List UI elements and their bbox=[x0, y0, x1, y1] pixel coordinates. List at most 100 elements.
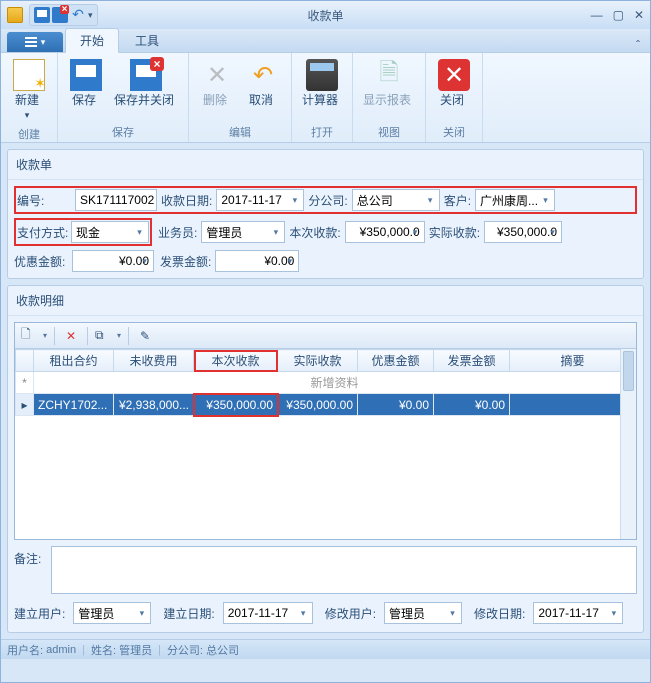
group-create-label: 创建 bbox=[7, 124, 51, 144]
close-button[interactable]: ✕关闭 bbox=[432, 57, 476, 122]
chevron-down-icon[interactable]: ▾ bbox=[424, 193, 437, 207]
col-invoice[interactable]: 发票金额 bbox=[434, 350, 510, 372]
muser-field[interactable]: 管理员▾ bbox=[384, 602, 462, 624]
customer-field[interactable]: 广州康周...▾ bbox=[475, 189, 555, 211]
status-name: 管理员 bbox=[119, 642, 152, 658]
row1-highlight: 编号: SK171117002 收款日期: 2017-11-17▾ 分公司: 总… bbox=[14, 186, 637, 214]
close-window-button[interactable]: ✕ bbox=[634, 8, 644, 22]
customer-label: 客户: bbox=[444, 192, 475, 209]
chevron-down-icon[interactable]: ▾ bbox=[539, 193, 552, 207]
group-close-label: 关闭 bbox=[432, 122, 476, 142]
grid-header-row: 租出合约 未收费用 本次收款 实际收款 优惠金额 发票金额 摘要 bbox=[16, 350, 636, 372]
grid-copy-button[interactable]: ⧉▾ bbox=[93, 326, 123, 346]
chevron-down-icon[interactable]: ▾ bbox=[409, 225, 422, 239]
grid-data-row[interactable]: ▸ ZCHY1702... ¥2,938,000... ¥350,000.00 … bbox=[16, 394, 636, 416]
minimize-button[interactable]: — bbox=[591, 8, 603, 22]
col-thistime[interactable]: 本次收款 bbox=[194, 350, 278, 372]
chevron-down-icon[interactable]: ▾ bbox=[135, 606, 148, 620]
new-button[interactable]: 新建▾ bbox=[7, 57, 51, 124]
window-title: 收款单 bbox=[307, 7, 343, 24]
col-unpaid[interactable]: 未收费用 bbox=[114, 350, 194, 372]
ribbon-tabstrip: ▾ 开始 工具 ˆ bbox=[1, 29, 650, 53]
status-user-label: 用户名: bbox=[7, 642, 43, 658]
status-branch: 总公司 bbox=[206, 642, 239, 658]
remark-label: 备注: bbox=[14, 546, 45, 594]
grid-new-button[interactable]: 🗋▾ bbox=[19, 326, 49, 346]
qat-undo-icon[interactable]: ↶ bbox=[70, 7, 86, 23]
status-branch-label: 分公司: bbox=[167, 642, 203, 658]
chevron-down-icon[interactable]: ▾ bbox=[288, 193, 301, 207]
statusbar: 用户名: admin | 姓名: 管理员 | 分公司: 总公司 bbox=[1, 639, 650, 659]
paymethod-field[interactable]: 现金▾ bbox=[71, 221, 149, 243]
code-label: 编号: bbox=[17, 192, 75, 209]
save-button[interactable]: 保存 bbox=[64, 57, 108, 122]
cell-thistime-highlight: ¥350,000.00 bbox=[194, 394, 278, 416]
ribbon-collapse-icon[interactable]: ˆ bbox=[626, 38, 650, 52]
col-discount[interactable]: 优惠金额 bbox=[358, 350, 434, 372]
cuser-field[interactable]: 管理员▾ bbox=[73, 602, 151, 624]
qat-saveclose-icon[interactable] bbox=[52, 7, 68, 23]
grid-new-row[interactable]: * 新增资料 bbox=[16, 372, 636, 394]
grid-toolbar: 🗋▾ ✕ ⧉▾ ✎ bbox=[15, 323, 636, 349]
muser-label: 修改用户: bbox=[325, 605, 380, 622]
chevron-down-icon[interactable]: ▾ bbox=[446, 606, 459, 620]
maximize-button[interactable]: ▢ bbox=[613, 8, 624, 22]
chevron-down-icon[interactable]: ▾ bbox=[269, 225, 282, 239]
branch-field[interactable]: 总公司▾ bbox=[352, 189, 440, 211]
discount-field[interactable]: ¥0.00▾ bbox=[72, 250, 154, 272]
file-menu-button[interactable]: ▾ bbox=[7, 32, 63, 52]
group-edit-label: 编辑 bbox=[195, 122, 285, 142]
cdate-label: 建立日期: bbox=[163, 605, 218, 622]
chevron-down-icon[interactable]: ▾ bbox=[297, 606, 310, 620]
qat-dropdown-icon[interactable]: ▾ bbox=[88, 10, 93, 21]
group-save-label: 保存 bbox=[64, 122, 182, 142]
calculator-button[interactable]: 计算器 bbox=[298, 57, 346, 122]
chevron-down-icon[interactable]: ▾ bbox=[607, 606, 620, 620]
chevron-down-icon[interactable]: ▾ bbox=[138, 254, 151, 268]
col-contract[interactable]: 租出合约 bbox=[34, 350, 114, 372]
tab-tools[interactable]: 工具 bbox=[121, 29, 173, 52]
cdate-field[interactable]: 2017-11-17▾ bbox=[223, 602, 313, 624]
grid: 🗋▾ ✕ ⧉▾ ✎ 租出合约 未收费用 本次收款 实际收款 优惠金额 发票金额 … bbox=[14, 322, 637, 540]
cancel-button[interactable]: ↶取消 bbox=[241, 57, 285, 122]
date-field[interactable]: 2017-11-17▾ bbox=[216, 189, 304, 211]
chevron-down-icon[interactable]: ▾ bbox=[133, 225, 146, 239]
code-field[interactable]: SK171117002 bbox=[75, 189, 157, 211]
mdate-label: 修改日期: bbox=[474, 605, 529, 622]
tab-start[interactable]: 开始 bbox=[65, 28, 119, 53]
audit-row: 建立用户: 管理员▾ 建立日期: 2017-11-17▾ 修改用户: 管理员▾ … bbox=[8, 598, 643, 632]
remark-textarea[interactable] bbox=[51, 546, 637, 594]
grid-scrollbar[interactable] bbox=[620, 349, 636, 539]
chevron-down-icon[interactable]: ▾ bbox=[283, 254, 296, 268]
form-header: 收款单 bbox=[8, 150, 643, 180]
qat-save-icon[interactable] bbox=[34, 7, 50, 23]
titlebar: ↶ ▾ 收款单 — ▢ ✕ bbox=[1, 1, 650, 29]
thistime-field[interactable]: ¥350,000.0▾ bbox=[345, 221, 425, 243]
grid-delete-button[interactable]: ✕ bbox=[60, 326, 82, 346]
cuser-label: 建立用户: bbox=[14, 605, 69, 622]
date-label: 收款日期: bbox=[161, 192, 216, 209]
form-panel: 收款单 编号: SK171117002 收款日期: 2017-11-17▾ 分公… bbox=[7, 149, 644, 279]
group-open-label: 打开 bbox=[298, 122, 346, 142]
quick-access-toolbar: ↶ ▾ bbox=[29, 4, 98, 26]
thistime-label: 本次收款: bbox=[289, 224, 344, 241]
invoice-field[interactable]: ¥0.00▾ bbox=[215, 250, 299, 272]
copy-icon: ⧉ bbox=[95, 328, 104, 343]
paymethod-label: 支付方式: bbox=[17, 224, 71, 241]
page-icon: 🗋 bbox=[21, 325, 31, 346]
actual-label: 实际收款: bbox=[429, 224, 484, 241]
discount-label: 优惠金额: bbox=[14, 253, 72, 270]
grid-edit-button[interactable]: ✎ bbox=[134, 326, 156, 346]
chevron-down-icon[interactable]: ▾ bbox=[546, 225, 559, 239]
actual-field[interactable]: ¥350,000.0▾ bbox=[484, 221, 562, 243]
mdate-field[interactable]: 2017-11-17▾ bbox=[533, 602, 623, 624]
status-name-label: 姓名: bbox=[91, 642, 116, 658]
save-close-button[interactable]: 保存并关闭 bbox=[110, 57, 182, 122]
col-actual[interactable]: 实际收款 bbox=[278, 350, 358, 372]
col-remark[interactable]: 摘要 bbox=[510, 350, 636, 372]
clerk-label: 业务员: bbox=[158, 224, 201, 241]
branch-label: 分公司: bbox=[308, 192, 351, 209]
report-button: 🗎显示报表 bbox=[359, 57, 419, 122]
ribbon: 新建▾ 创建 保存 保存并关闭 保存 ✕删除 ↶取消 编辑 计算器 打开 🗎显示… bbox=[1, 53, 650, 143]
clerk-field[interactable]: 管理员▾ bbox=[201, 221, 285, 243]
